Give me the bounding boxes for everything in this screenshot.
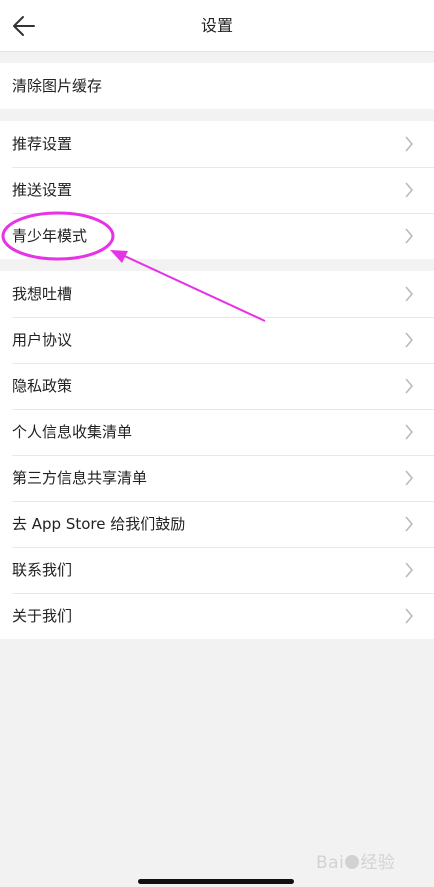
settings-row-recommend[interactable]: 推荐设置: [0, 121, 434, 167]
row-label: 联系我们: [12, 561, 73, 579]
row-label: 隐私政策: [12, 377, 73, 395]
settings-row-teen-mode[interactable]: 青少年模式: [0, 213, 434, 259]
chevron-right-icon: [405, 182, 413, 198]
row-label: 关于我们: [12, 607, 73, 625]
settings-row-push[interactable]: 推送设置: [0, 167, 434, 213]
settings-row-contact-us[interactable]: 联系我们: [0, 547, 434, 593]
settings-row-about-us[interactable]: 关于我们: [0, 593, 434, 639]
chevron-right-icon: [405, 378, 413, 394]
settings-row-privacy-policy[interactable]: 隐私政策: [0, 363, 434, 409]
chevron-right-icon: [405, 286, 413, 302]
paw-icon: [345, 855, 360, 869]
row-label: 用户协议: [12, 331, 73, 349]
settings-row-clear-cache[interactable]: 清除图片缓存: [0, 63, 434, 109]
settings-row-user-agreement[interactable]: 用户协议: [0, 317, 434, 363]
row-label: 个人信息收集清单: [12, 423, 133, 441]
chevron-right-icon: [405, 424, 413, 440]
row-label: 清除图片缓存: [12, 77, 103, 95]
page-title: 设置: [200, 16, 233, 35]
group-cache: 清除图片缓存: [0, 63, 434, 109]
row-label: 第三方信息共享清单: [12, 469, 148, 487]
settings-row-personal-info-list[interactable]: 个人信息收集清单: [0, 409, 434, 455]
settings-row-feedback[interactable]: 我想吐槽: [0, 271, 434, 317]
chevron-right-icon: [405, 228, 413, 244]
group-about: 我想吐槽 用户协议 隐私政策 个人信息收集清单 第三方信息共享清单 去 App …: [0, 271, 434, 639]
settings-row-third-party-sharing[interactable]: 第三方信息共享清单: [0, 455, 434, 501]
chevron-right-icon: [405, 516, 413, 532]
chevron-right-icon: [405, 136, 413, 152]
chevron-right-icon: [405, 470, 413, 486]
chevron-right-icon: [405, 332, 413, 348]
settings-row-app-store-rating[interactable]: 去 App Store 给我们鼓励: [0, 501, 434, 547]
row-label: 去 App Store 给我们鼓励: [12, 515, 186, 533]
row-label: 推送设置: [12, 181, 73, 199]
baidu-watermark: Bai 经验: [316, 853, 396, 873]
navigation-bar: 设置: [0, 0, 434, 52]
row-label: 青少年模式: [12, 227, 88, 245]
row-label: 我想吐槽: [12, 285, 73, 303]
home-indicator: [138, 879, 294, 884]
row-label: 推荐设置: [12, 135, 73, 153]
group-preferences: 推荐设置 推送设置 青少年模式: [0, 121, 434, 259]
back-arrow-icon[interactable]: [10, 12, 38, 40]
chevron-right-icon: [405, 608, 413, 624]
chevron-right-icon: [405, 562, 413, 578]
